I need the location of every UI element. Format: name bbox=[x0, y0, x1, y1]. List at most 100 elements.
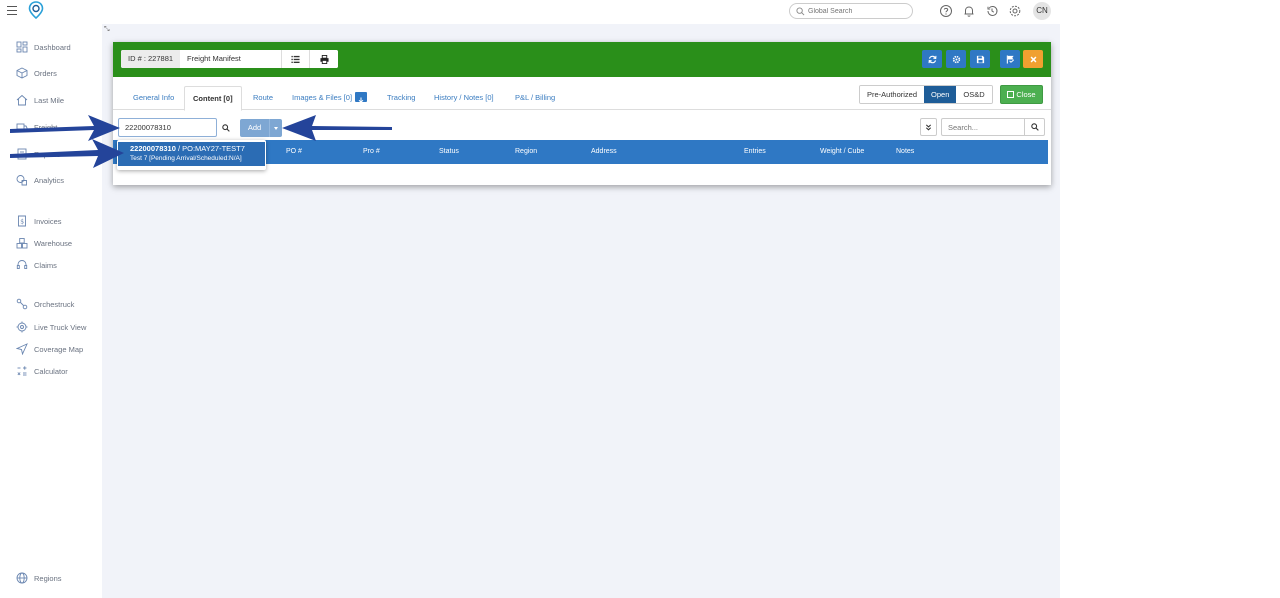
history-icon[interactable] bbox=[985, 4, 999, 18]
suggestion-detail: Test 7 [Pending Arrival/Scheduled:N/A] bbox=[130, 155, 242, 162]
table-search-input[interactable] bbox=[941, 118, 1025, 136]
flag-button[interactable] bbox=[1000, 50, 1020, 68]
status-toggle: Pre-Authorized Open OS&D bbox=[859, 85, 993, 104]
sidebar-item-orders[interactable]: Orders bbox=[16, 66, 57, 80]
status-osd[interactable]: OS&D bbox=[956, 86, 992, 103]
sidebar-item-label: Warehouse bbox=[34, 238, 73, 248]
resize-handle-icon[interactable]: ⤡ bbox=[104, 26, 112, 34]
menu-icon[interactable] bbox=[7, 6, 17, 15]
column-header-region[interactable]: Region bbox=[515, 140, 537, 164]
status-open[interactable]: Open bbox=[924, 86, 957, 103]
bell-icon[interactable] bbox=[962, 4, 976, 18]
tab-images-files[interactable]: Images & Files [0] bbox=[284, 86, 375, 110]
app-logo[interactable] bbox=[28, 1, 44, 20]
close-manifest-button[interactable]: Close bbox=[1000, 85, 1043, 104]
add-dropdown-toggle[interactable] bbox=[269, 119, 282, 137]
sidebar-item-label: Live Truck View bbox=[34, 322, 87, 332]
sidebar-item-regions[interactable]: Regions bbox=[16, 571, 62, 585]
suggestion-id: 22200078310 bbox=[130, 144, 176, 153]
sidebar-item-dashboard[interactable]: Dashboard bbox=[16, 40, 71, 54]
tab-route[interactable]: Route bbox=[245, 86, 281, 110]
sidebar bbox=[0, 24, 102, 598]
tab-history-notes[interactable]: History / Notes [0] bbox=[426, 86, 502, 110]
sidebar-item-label: Claims bbox=[34, 260, 57, 270]
manifest-id-bar: ID # : 227881 Freight Manifest bbox=[121, 50, 339, 68]
house-icon bbox=[16, 94, 28, 106]
tab-pl-billing[interactable]: P&L / Billing bbox=[507, 86, 563, 110]
analytics-icon bbox=[16, 174, 28, 186]
column-header-po[interactable]: PO # bbox=[286, 140, 302, 164]
close-icon bbox=[1030, 56, 1036, 62]
expand-filters-button[interactable] bbox=[920, 118, 937, 136]
report-icon bbox=[16, 148, 28, 160]
search-icon bbox=[1030, 123, 1039, 131]
dashboard-icon bbox=[16, 41, 28, 53]
close-window-button[interactable] bbox=[1023, 50, 1043, 68]
print-icon bbox=[319, 54, 329, 64]
column-header-weight-cube[interactable]: Weight / Cube bbox=[820, 140, 864, 164]
sidebar-item-warehouse[interactable]: Warehouse bbox=[16, 236, 72, 250]
box-icon bbox=[16, 67, 28, 79]
sidebar-item-analytics[interactable]: Analytics bbox=[16, 173, 64, 187]
print-button[interactable] bbox=[310, 50, 339, 68]
caret-down-icon bbox=[274, 126, 278, 130]
global-search[interactable] bbox=[789, 3, 913, 19]
autocomplete-dropdown: 22200078310 / PO:MAY27-TEST7 Test 7 [Pen… bbox=[117, 140, 266, 170]
sidebar-item-label: Orchestruck bbox=[34, 299, 75, 309]
table-search-button[interactable] bbox=[1024, 118, 1045, 136]
sidebar-item-label: Last Mile bbox=[34, 95, 65, 105]
gear-icon bbox=[952, 55, 960, 63]
sidebar-item-claims[interactable]: Claims bbox=[16, 258, 57, 272]
refresh-button[interactable] bbox=[922, 50, 942, 68]
column-header-notes[interactable]: Notes bbox=[896, 140, 914, 164]
column-header-status[interactable]: Status bbox=[439, 140, 459, 164]
search-icon bbox=[222, 123, 230, 132]
settings-button[interactable] bbox=[946, 50, 966, 68]
search-icon bbox=[796, 7, 805, 16]
help-icon[interactable] bbox=[939, 4, 953, 18]
download-icon[interactable] bbox=[355, 92, 368, 105]
column-header-pro[interactable]: Pro # bbox=[363, 140, 380, 164]
sidebar-item-invoices[interactable]: $ Invoices bbox=[16, 214, 62, 228]
sidebar-item-label: Regions bbox=[34, 573, 62, 583]
invoice-icon: $ bbox=[16, 215, 28, 227]
manifest-header: ID # : 227881 Freight Manifest bbox=[113, 42, 1051, 77]
sidebar-item-label: Dashboard bbox=[34, 42, 71, 52]
warehouse-icon bbox=[16, 237, 28, 249]
sidebar-item-calculator[interactable]: Calculator bbox=[16, 364, 68, 378]
save-button[interactable] bbox=[970, 50, 990, 68]
column-header-entries[interactable]: Entries bbox=[744, 140, 766, 164]
tab-content[interactable]: Content [0] bbox=[184, 86, 242, 111]
list-view-button[interactable] bbox=[282, 50, 311, 68]
gear-icon[interactable] bbox=[1008, 4, 1022, 18]
refresh-icon bbox=[928, 55, 936, 63]
status-pre-authorized[interactable]: Pre-Authorized bbox=[860, 86, 925, 103]
sidebar-item-last-mile[interactable]: Last Mile bbox=[16, 93, 64, 107]
user-avatar[interactable]: CN bbox=[1033, 2, 1051, 20]
checkbox-icon bbox=[1007, 91, 1015, 98]
sidebar-item-live-truck-view[interactable]: Live Truck View bbox=[16, 320, 86, 334]
column-header-address[interactable]: Address bbox=[591, 140, 617, 164]
autocomplete-item[interactable]: 22200078310 / PO:MAY27-TEST7 Test 7 [Pen… bbox=[118, 142, 265, 166]
sidebar-item-orchestruck[interactable]: Orchestruck bbox=[16, 297, 74, 311]
sidebar-item-label: Calculator bbox=[34, 366, 68, 376]
double-chevron-down-icon bbox=[925, 123, 932, 130]
add-button[interactable]: Add bbox=[240, 119, 269, 137]
global-search-input[interactable] bbox=[808, 6, 908, 16]
calculator-icon bbox=[16, 365, 28, 377]
tab-general-info[interactable]: General Info bbox=[125, 86, 182, 110]
sidebar-item-label: Freight bbox=[34, 122, 58, 132]
content-search-input[interactable] bbox=[118, 118, 217, 137]
tab-tracking[interactable]: Tracking bbox=[379, 86, 423, 110]
sidebar-item-label: Invoices bbox=[34, 216, 62, 226]
sidebar-item-freight[interactable]: Freight bbox=[16, 120, 57, 134]
sidebar-item-label: Orders bbox=[34, 68, 57, 78]
content-search-button[interactable] bbox=[218, 120, 234, 135]
manifest-id: ID # : 227881 bbox=[121, 50, 181, 68]
save-icon bbox=[976, 55, 984, 63]
close-label: Close bbox=[1016, 90, 1036, 99]
top-bar: CN bbox=[0, 0, 1060, 24]
list-icon bbox=[291, 55, 300, 63]
sidebar-item-reports[interactable]: Reports bbox=[16, 147, 60, 161]
sidebar-item-coverage-map[interactable]: Coverage Map bbox=[15, 342, 83, 356]
